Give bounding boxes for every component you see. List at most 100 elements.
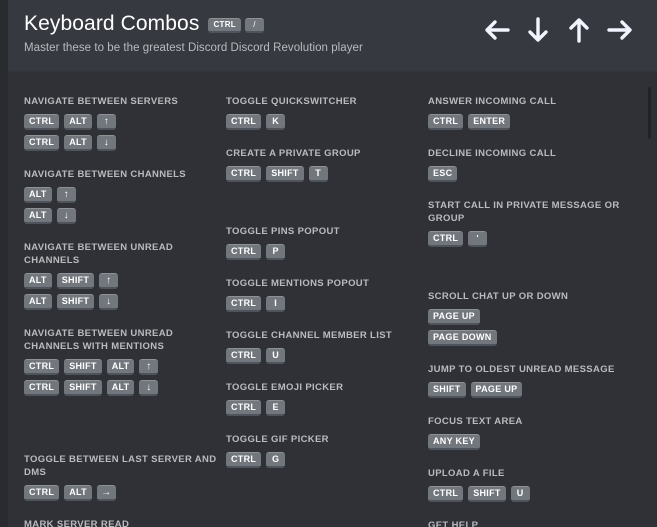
key-badge: ESC <box>428 166 458 182</box>
column-navigation: NAVIGATE BETWEEN SERVERS CTRL ALT ↑ CTRL ALT ↓… <box>24 95 226 527</box>
shortcut-label: NAVIGATE BETWEEN UNREAD CHANNELS WITH ME… <box>24 328 174 352</box>
key-badge: ↑ <box>96 114 116 130</box>
key-combination-row: CTRL E <box>226 400 428 416</box>
key-badge: E <box>266 400 286 416</box>
shortcut-entry: ANSWER INCOMING CALL CTRL ENTER <box>428 95 640 130</box>
key-combination-row: CTRL ' <box>428 231 640 247</box>
key-badge: ALT <box>24 294 52 310</box>
shortcut-label: SCROLL CHAT UP OR DOWN <box>428 291 569 302</box>
key-badge: CTRL <box>208 18 241 33</box>
arrow-right-icon <box>605 16 635 44</box>
scrollbar-thumb[interactable] <box>648 87 651 139</box>
key-combination-row: CTRL K <box>226 114 428 130</box>
key-badge: SHIFT <box>266 166 304 182</box>
key-badge: CTRL <box>428 231 464 247</box>
key-badge: CTRL <box>24 359 60 375</box>
arrow-down-icon <box>523 16 553 44</box>
key-badge: P <box>266 244 286 260</box>
shortcut-label: JUMP TO OLDEST UNREAD MESSAGE <box>428 364 615 375</box>
key-combination-row: ALT ↓ <box>24 208 226 224</box>
shortcut-label: TOGGLE CHANNEL MEMBER LIST <box>226 330 393 341</box>
key-combination-row: ALT SHIFT ↓ <box>24 294 226 310</box>
shortcut-entry: TOGGLE QUICKSWITCHER CTRL K <box>226 95 428 130</box>
key-badge: → <box>96 485 116 501</box>
arrow-left-icon <box>482 16 512 44</box>
shortcut-entry: TOGGLE BETWEEN LAST SERVER AND DMS CTRL AL… <box>24 453 226 501</box>
shortcut-entry: GET HELPCTRLSHIFTH <box>428 519 640 527</box>
title-shortcut-keys: CTRL / <box>208 15 264 33</box>
shortcut-label: TOGGLE GIF PICKER <box>226 434 329 445</box>
key-combination-row: CTRL I <box>226 296 428 312</box>
shortcuts-scroll-area[interactable]: NAVIGATE BETWEEN SERVERS CTRL ALT ↑ CTRL ALT ↓… <box>8 73 657 527</box>
shortcut-label: TOGGLE QUICKSWITCHER <box>226 96 357 107</box>
shortcut-label: NAVIGATE BETWEEN SERVERS <box>24 96 179 107</box>
shortcut-label: TOGGLE MENTIONS POPOUT <box>226 278 370 289</box>
key-badge: ↓ <box>56 208 76 224</box>
key-badge: SHIFT <box>56 273 95 289</box>
key-badge: ALT <box>64 135 92 151</box>
key-badge: ENTER <box>468 114 511 130</box>
key-badge: CTRL <box>24 485 60 501</box>
key-badge: CTRL <box>226 348 262 364</box>
key-badge: CTRL <box>226 244 262 260</box>
key-badge: ANY KEY <box>428 434 480 450</box>
key-badge: ALT <box>64 114 92 130</box>
shortcut-label: START CALL IN PRIVATE MESSAGE OR GROUP <box>428 200 620 224</box>
key-combination-row: CTRL ALT ↓ <box>24 135 226 151</box>
shortcut-entry: NAVIGATE BETWEEN CHANNELS ALT ↑ ALT ↓ <box>24 168 226 224</box>
shortcut-label: MARK SERVER READ <box>24 519 130 527</box>
key-badge: ALT <box>106 380 135 396</box>
key-badge: ↑ <box>99 273 119 289</box>
shortcut-label: TOGGLE BETWEEN LAST SERVER AND DMS <box>24 454 217 478</box>
key-combination-row: CTRL P <box>226 244 428 260</box>
key-combination-row: PAGE DOWN <box>428 330 640 346</box>
key-badge: PAGE UP <box>428 309 480 325</box>
shortcut-label: ANSWER INCOMING CALL <box>428 96 557 107</box>
key-badge: PAGE DOWN <box>428 330 497 346</box>
key-combination-row: CTRL SHIFT T <box>226 166 428 182</box>
left-edge-strip <box>0 0 8 527</box>
key-combination-row: ANY KEY <box>428 434 640 450</box>
key-badge: CTRL <box>226 452 262 468</box>
key-badge: ↓ <box>139 380 159 396</box>
key-combination-row: ESC <box>428 166 640 182</box>
key-badge: ↓ <box>99 294 119 310</box>
key-combination-row: CTRL SHIFT U <box>428 486 640 502</box>
key-combination-row: CTRL SHIFT ALT ↓ <box>24 380 226 396</box>
shortcut-entry: START CALL IN PRIVATE MESSAGE OR GROUP CT… <box>428 199 640 247</box>
key-badge: CTRL <box>226 166 262 182</box>
shortcut-entry: TOGGLE PINS POPOUT CTRL P <box>226 225 428 260</box>
key-badge: SHIFT <box>64 380 102 396</box>
key-badge: ↑ <box>56 187 76 203</box>
shortcut-label: TOGGLE EMOJI PICKER <box>226 382 344 393</box>
shortcut-entry: JUMP TO OLDEST UNREAD MESSAGE SHIFT PAGE U… <box>428 363 640 398</box>
header-text-block: Keyboard Combos CTRL / Master these to b… <box>24 12 363 55</box>
shortcut-entry: TOGGLE GIF PICKER CTRL G <box>226 433 428 468</box>
key-badge: SHIFT <box>428 382 466 398</box>
key-badge: SHIFT <box>64 359 102 375</box>
key-badge: SHIFT <box>468 486 506 502</box>
shortcut-entry: MARK SERVER READSHIFTESC <box>24 518 226 527</box>
key-badge: I <box>266 296 286 312</box>
shortcut-label: UPLOAD A FILE <box>428 468 505 479</box>
key-combination-row: CTRL ENTER <box>428 114 640 130</box>
key-badge: CTRL <box>226 114 262 130</box>
key-badge: CTRL <box>24 114 60 130</box>
shortcut-entry: NAVIGATE BETWEEN UNREAD CHANNELS WITH ME… <box>24 327 226 396</box>
key-badge: CTRL <box>226 296 262 312</box>
shortcut-entry: UPLOAD A FILE CTRL SHIFT U <box>428 467 640 502</box>
shortcut-entry: TOGGLE CHANNEL MEMBER LIST CTRL U <box>226 329 428 364</box>
key-badge: ↑ <box>139 359 159 375</box>
key-badge: ALT <box>106 359 135 375</box>
vertical-scrollbar[interactable] <box>647 75 652 525</box>
key-badge: ALT <box>24 273 52 289</box>
key-combination-row: CTRL SHIFT ALT ↑ <box>24 359 226 375</box>
arrow-icon-group <box>482 13 639 44</box>
arrow-up-icon <box>564 16 594 44</box>
page-header: Keyboard Combos CTRL / Master these to b… <box>8 0 657 72</box>
page-title: Keyboard Combos <box>24 12 200 35</box>
key-badge: U <box>510 486 530 502</box>
column-toggles: TOGGLE QUICKSWITCHER CTRL K CREATE A PRIVAT… <box>226 95 428 527</box>
key-badge: ALT <box>64 485 92 501</box>
key-combination-row: CTRL U <box>226 348 428 364</box>
